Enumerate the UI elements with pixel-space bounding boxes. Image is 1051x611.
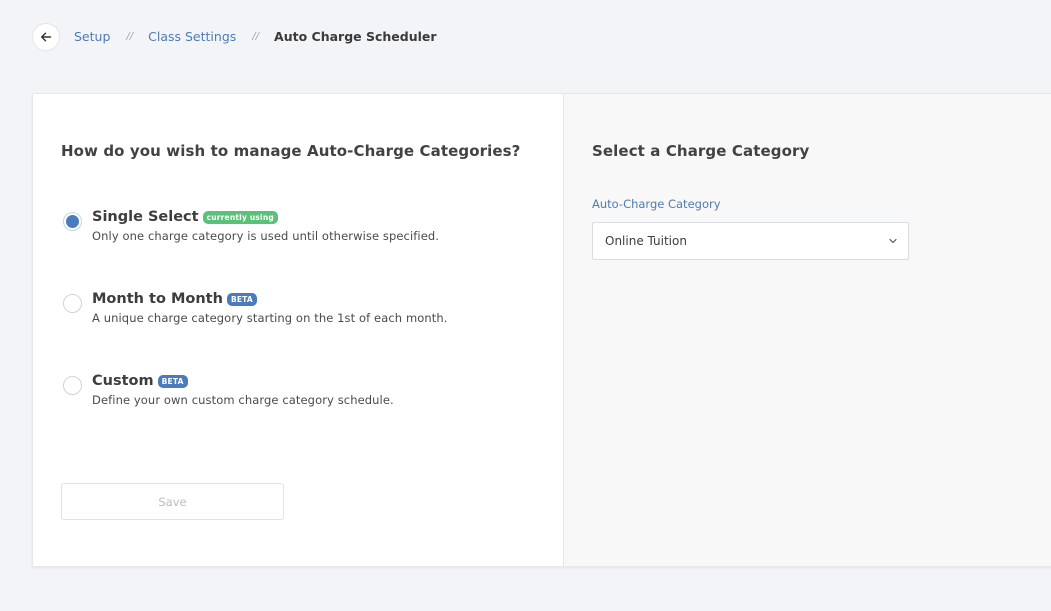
option-month-to-month[interactable]: Month to Month BETA A unique charge cate… [63, 291, 448, 325]
save-button[interactable]: Save [61, 483, 284, 520]
beta-badge: BETA [157, 374, 188, 388]
breadcrumb-separator: // [252, 31, 260, 42]
radio-selected-dot [66, 215, 79, 228]
chevron-down-icon [889, 238, 897, 244]
breadcrumb-current-page: Auto Charge Scheduler [274, 29, 437, 44]
auto-charge-category-select[interactable]: Online Tuition [592, 222, 909, 260]
option-custom[interactable]: Custom BETA Define your own custom charg… [63, 373, 394, 407]
option-title-row: Month to Month BETA [92, 291, 448, 307]
option-title: Single Select [92, 209, 199, 225]
auto-charge-category-label: Auto-Charge Category [592, 197, 721, 211]
single-select-radio[interactable] [63, 212, 82, 231]
month-to-month-radio[interactable] [63, 294, 82, 313]
option-description: Only one charge category is used until o… [92, 229, 440, 243]
option-text: Month to Month BETA A unique charge cate… [92, 291, 448, 325]
option-description: A unique charge category starting on the… [92, 311, 448, 325]
arrow-left-icon [41, 32, 52, 41]
option-title-row: Custom BETA [92, 373, 394, 389]
breadcrumb-link-setup[interactable]: Setup [74, 29, 110, 44]
breadcrumb-link-class-settings[interactable]: Class Settings [148, 29, 236, 44]
charge-category-heading: Select a Charge Category [592, 142, 810, 160]
charge-category-panel: Select a Charge Category Auto-Charge Cat… [564, 94, 1051, 566]
breadcrumb: Setup // Class Settings // Auto Charge S… [32, 22, 437, 51]
option-title-row: Single Select currently using [92, 209, 439, 225]
selected-category-value: Online Tuition [605, 234, 687, 248]
currently-using-badge: currently using [202, 210, 278, 224]
breadcrumb-separator: // [126, 31, 134, 42]
option-title: Month to Month [92, 291, 223, 307]
option-title: Custom [92, 373, 154, 389]
option-description: Define your own custom charge category s… [92, 393, 394, 407]
option-single-select[interactable]: Single Select currently using Only one c… [63, 209, 439, 243]
back-button[interactable] [32, 22, 60, 51]
option-text: Single Select currently using Only one c… [92, 209, 439, 243]
beta-badge: BETA [226, 292, 257, 306]
management-mode-heading: How do you wish to manage Auto-Charge Ca… [61, 142, 521, 160]
custom-radio[interactable] [63, 376, 82, 395]
option-text: Custom BETA Define your own custom charg… [92, 373, 394, 407]
management-mode-panel: How do you wish to manage Auto-Charge Ca… [33, 94, 564, 566]
settings-card: How do you wish to manage Auto-Charge Ca… [32, 93, 1051, 567]
